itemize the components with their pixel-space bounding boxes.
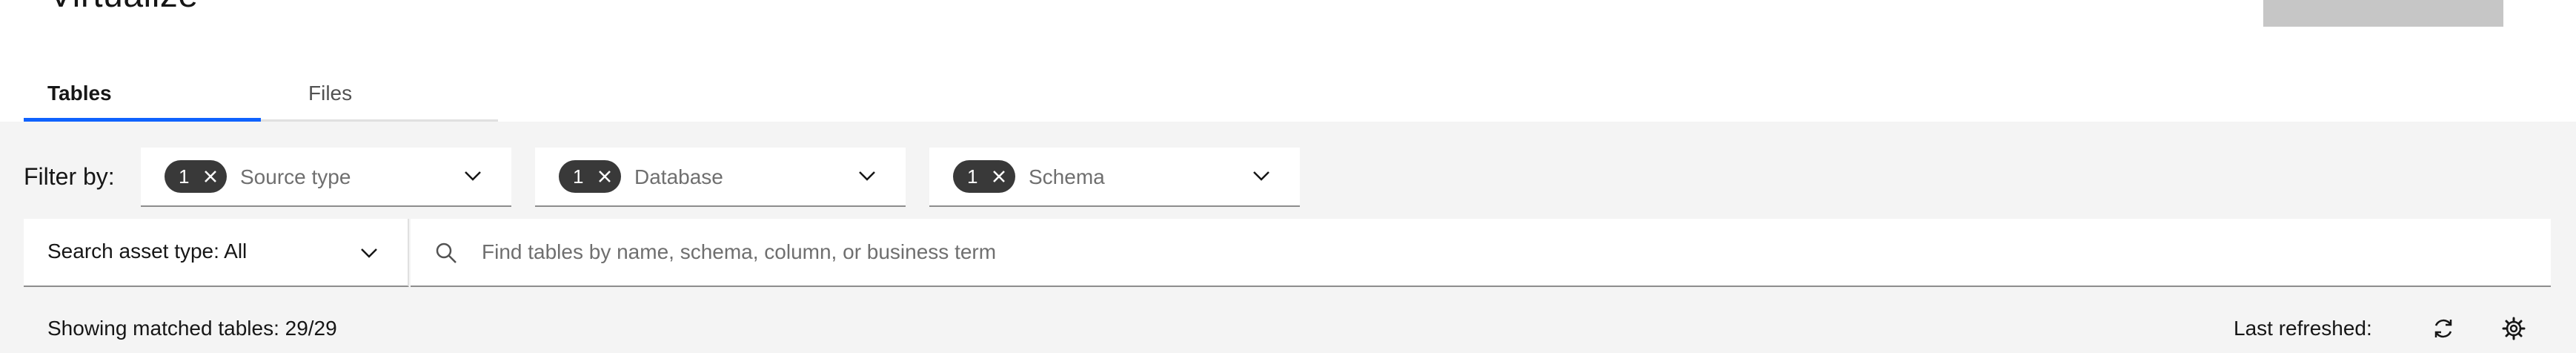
chevron-down-icon [859, 171, 875, 181]
close-icon[interactable] [203, 169, 218, 184]
gear-icon [2502, 317, 2526, 340]
chevron-down-icon [1253, 171, 1269, 181]
search-box [411, 219, 2551, 287]
tag-count: 1 [179, 165, 190, 188]
database-dropdown[interactable]: 1 Database [535, 148, 906, 207]
refresh-button[interactable] [2426, 311, 2461, 346]
filter-by-label: Filter by: [24, 163, 115, 190]
search-asset-type-label: Search asset type: All [47, 240, 248, 263]
filter-count-tag[interactable]: 1 [953, 160, 1015, 193]
tab-files[interactable]: Files [261, 74, 498, 122]
close-icon[interactable] [597, 169, 612, 184]
source-type-dropdown[interactable]: 1 Source type [141, 148, 511, 207]
chevron-down-icon [465, 171, 481, 181]
page-title: Virtualize [49, 0, 199, 13]
header-action-button[interactable] [2263, 0, 2503, 27]
filter-count-tag[interactable]: 1 [165, 160, 227, 193]
refresh-icon [2434, 319, 2452, 338]
tab-list: Tables Files [24, 74, 498, 122]
schema-dropdown[interactable]: 1 Schema [929, 148, 1300, 207]
dropdown-placeholder: Database [634, 165, 723, 188]
close-icon[interactable] [992, 169, 1006, 184]
dropdown-placeholder: Schema [1029, 165, 1105, 188]
last-refreshed-label: Last refreshed: [2234, 317, 2372, 340]
matched-tables-count: Showing matched tables: 29/29 [47, 317, 337, 340]
tab-tables[interactable]: Tables [24, 74, 261, 122]
search-input[interactable] [482, 234, 2483, 271]
tag-count: 1 [967, 165, 978, 188]
dropdown-placeholder: Source type [240, 165, 351, 188]
tag-count: 1 [573, 165, 584, 188]
settings-button[interactable] [2496, 311, 2532, 346]
filter-count-tag[interactable]: 1 [559, 160, 621, 193]
search-asset-type-select[interactable]: Search asset type: All [24, 219, 409, 287]
tab-tables-label: Tables [47, 82, 112, 105]
tab-files-label: Files [308, 82, 353, 105]
chevron-down-icon [361, 248, 377, 258]
search-icon [436, 243, 457, 263]
